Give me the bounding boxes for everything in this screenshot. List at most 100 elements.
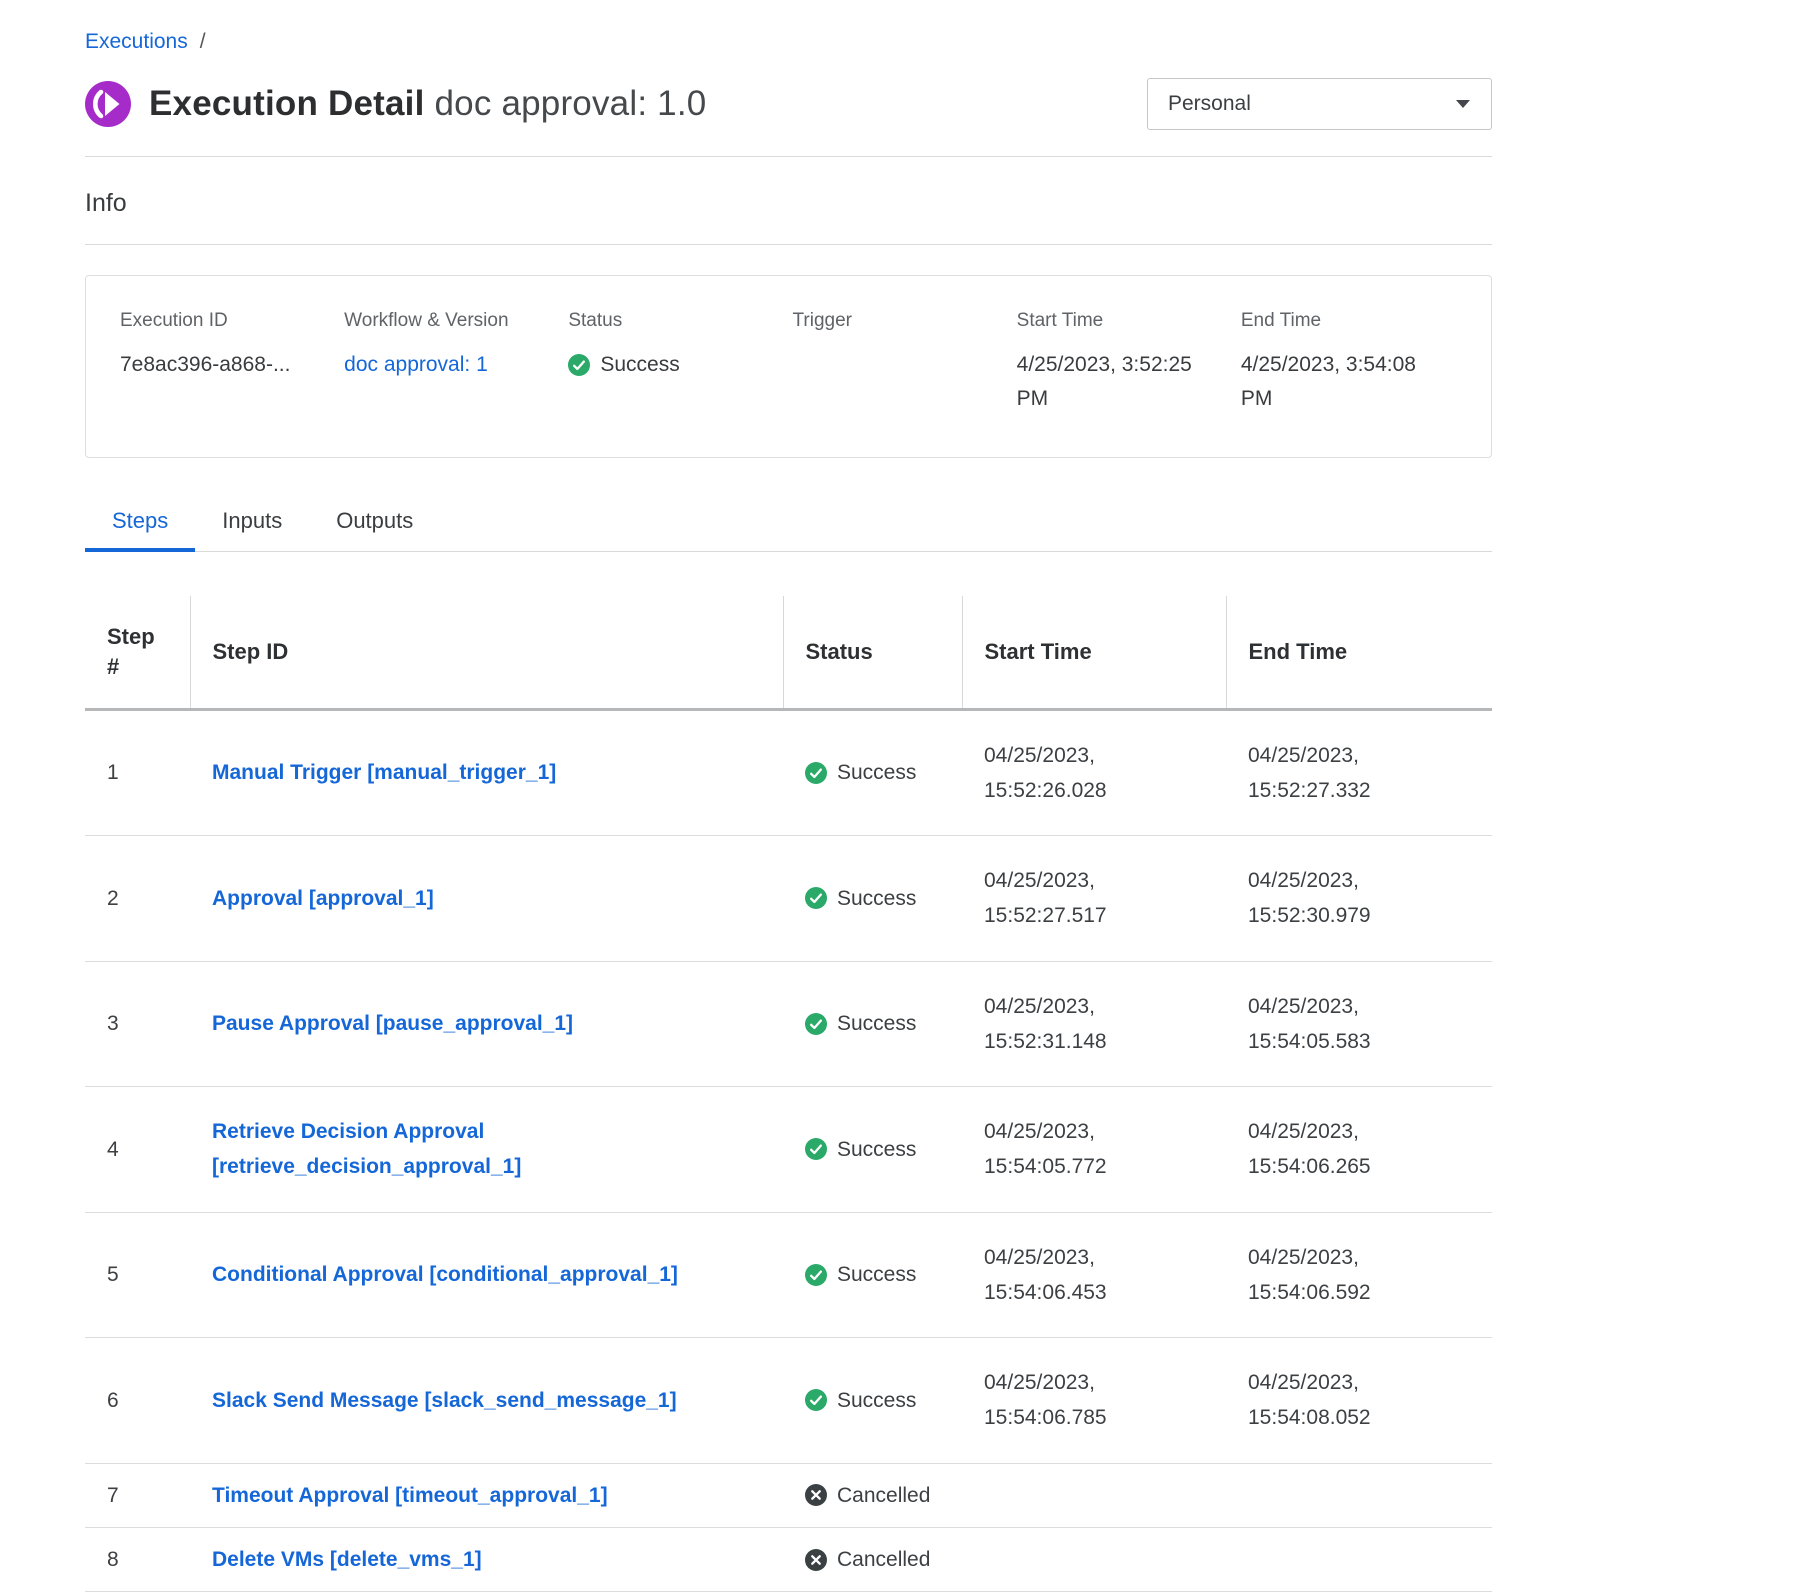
trigger-label: Trigger (793, 310, 1009, 332)
step-number: 7 (85, 1463, 190, 1527)
scope-dropdown[interactable]: Personal (1147, 78, 1492, 130)
tab-bar: Steps Inputs Outputs (85, 508, 1492, 552)
info-heading: Info (85, 189, 1492, 218)
breadcrumb-executions-link[interactable]: Executions (85, 30, 188, 53)
info-field-execution-id: Execution ID 7e8ac396-a868-... (120, 310, 336, 415)
status-value: Success (600, 348, 679, 382)
status-label: Status (568, 310, 784, 332)
step-start-time: 04/25/2023, 15:52:26.028 (962, 709, 1226, 836)
column-header-start-time: Start Time (962, 596, 1226, 709)
cancelled-icon (805, 1549, 827, 1571)
success-icon (805, 887, 827, 909)
status-label: Success (837, 755, 916, 790)
table-row: 5 Conditional Approval [conditional_appr… (85, 1212, 1492, 1338)
step-number: 1 (85, 709, 190, 836)
success-icon (805, 1264, 827, 1286)
table-row: 2 Approval [approval_1] Success 04/25/20… (85, 836, 1492, 962)
step-number: 8 (85, 1528, 190, 1592)
info-field-status: Status Success (568, 310, 784, 415)
steps-table-body: 1 Manual Trigger [manual_trigger_1] Succ… (85, 709, 1492, 1592)
steps-table-header-row: Step # Step ID Status Start Time End Tim… (85, 596, 1492, 709)
end-time-value: 4/25/2023, 3:54:08 PM (1241, 348, 1457, 415)
header-divider (85, 156, 1492, 157)
step-start-time: 04/25/2023, 15:54:05.772 (962, 1087, 1226, 1213)
step-id-link[interactable]: Retrieve Decision Approval [retrieve_dec… (212, 1120, 521, 1178)
table-row: 7 Timeout Approval [timeout_approval_1] … (85, 1463, 1492, 1527)
start-time-value: 4/25/2023, 3:52:25 PM (1017, 348, 1233, 415)
success-icon (805, 1013, 827, 1035)
step-id-link[interactable]: Pause Approval [pause_approval_1] (212, 1012, 573, 1035)
page-title: Execution Detail (149, 84, 425, 123)
cancelled-icon (805, 1484, 827, 1506)
breadcrumb: Executions / (85, 30, 1492, 54)
step-end-time: 04/25/2023, 15:52:27.332 (1226, 709, 1492, 836)
step-start-time (962, 1528, 1226, 1592)
table-row: 8 Delete VMs [delete_vms_1] Cancelled (85, 1528, 1492, 1592)
info-field-workflow: Workflow & Version doc approval: 1 (344, 310, 560, 415)
title-row: Execution Detail doc approval: 1.0 Person… (85, 78, 1492, 130)
step-id-link[interactable]: Manual Trigger [manual_trigger_1] (212, 761, 556, 784)
tab-inputs[interactable]: Inputs (195, 508, 309, 551)
status-label: Success (837, 1383, 916, 1418)
status-label: Cancelled (837, 1478, 930, 1513)
step-end-time: 04/25/2023, 15:52:30.979 (1226, 836, 1492, 962)
execution-id-label: Execution ID (120, 310, 336, 332)
table-row: 4 Retrieve Decision Approval [retrieve_d… (85, 1087, 1492, 1213)
execution-id-value: 7e8ac396-a868-... (120, 348, 336, 382)
step-start-time (962, 1463, 1226, 1527)
start-time-label: Start Time (1017, 310, 1233, 332)
step-id-link[interactable]: Slack Send Message [slack_send_message_1… (212, 1389, 677, 1412)
workflow-label: Workflow & Version (344, 310, 560, 332)
step-number: 4 (85, 1087, 190, 1213)
workflow-brand-icon (85, 81, 131, 127)
table-row: 3 Pause Approval [pause_approval_1] Succ… (85, 961, 1492, 1087)
step-end-time: 04/25/2023, 15:54:05.583 (1226, 961, 1492, 1087)
table-row: 1 Manual Trigger [manual_trigger_1] Succ… (85, 709, 1492, 836)
column-header-status: Status (783, 596, 962, 709)
info-divider (85, 244, 1492, 245)
status-label: Success (837, 1006, 916, 1041)
step-id-link[interactable]: Timeout Approval [timeout_approval_1] (212, 1484, 608, 1507)
end-time-label: End Time (1241, 310, 1457, 332)
success-icon (568, 354, 590, 376)
step-start-time: 04/25/2023, 15:54:06.453 (962, 1212, 1226, 1338)
chevron-down-icon (1455, 99, 1471, 109)
step-id-link[interactable]: Approval [approval_1] (212, 887, 434, 910)
tab-outputs[interactable]: Outputs (309, 508, 440, 551)
step-number: 3 (85, 961, 190, 1087)
status-label: Success (837, 881, 916, 916)
step-number: 2 (85, 836, 190, 962)
tab-steps[interactable]: Steps (85, 508, 195, 551)
step-number: 5 (85, 1212, 190, 1338)
step-number: 6 (85, 1338, 190, 1464)
steps-table: Step # Step ID Status Start Time End Tim… (85, 596, 1492, 1592)
status-label: Success (837, 1257, 916, 1292)
step-start-time: 04/25/2023, 15:54:06.785 (962, 1338, 1226, 1464)
workflow-version-link[interactable]: doc approval: 1 (344, 353, 488, 376)
success-icon (805, 762, 827, 784)
step-end-time: 04/25/2023, 15:54:08.052 (1226, 1338, 1492, 1464)
step-end-time (1226, 1528, 1492, 1592)
status-label: Cancelled (837, 1542, 930, 1577)
success-icon (805, 1389, 827, 1411)
step-id-link[interactable]: Delete VMs [delete_vms_1] (212, 1548, 482, 1571)
page-subtitle: doc approval: 1.0 (435, 84, 707, 123)
step-end-time: 04/25/2023, 15:54:06.592 (1226, 1212, 1492, 1338)
execution-detail-page: Executions / Execution Detail doc approval… (85, 0, 1492, 1592)
column-header-end-time: End Time (1226, 596, 1492, 709)
column-header-step-id: Step ID (190, 596, 783, 709)
step-id-link[interactable]: Conditional Approval [conditional_approv… (212, 1263, 678, 1286)
info-field-end-time: End Time 4/25/2023, 3:54:08 PM (1241, 310, 1457, 415)
step-end-time: 04/25/2023, 15:54:06.265 (1226, 1087, 1492, 1213)
info-field-start-time: Start Time 4/25/2023, 3:52:25 PM (1017, 310, 1233, 415)
status-label: Success (837, 1132, 916, 1167)
step-start-time: 04/25/2023, 15:52:31.148 (962, 961, 1226, 1087)
step-end-time (1226, 1463, 1492, 1527)
scope-dropdown-value: Personal (1168, 92, 1251, 116)
column-header-step-num: Step # (85, 596, 190, 709)
info-card: Execution ID 7e8ac396-a868-... Workflow … (85, 275, 1492, 458)
breadcrumb-separator: / (200, 30, 206, 53)
info-field-trigger: Trigger (793, 310, 1009, 415)
step-start-time: 04/25/2023, 15:52:27.517 (962, 836, 1226, 962)
table-row: 6 Slack Send Message [slack_send_message… (85, 1338, 1492, 1464)
